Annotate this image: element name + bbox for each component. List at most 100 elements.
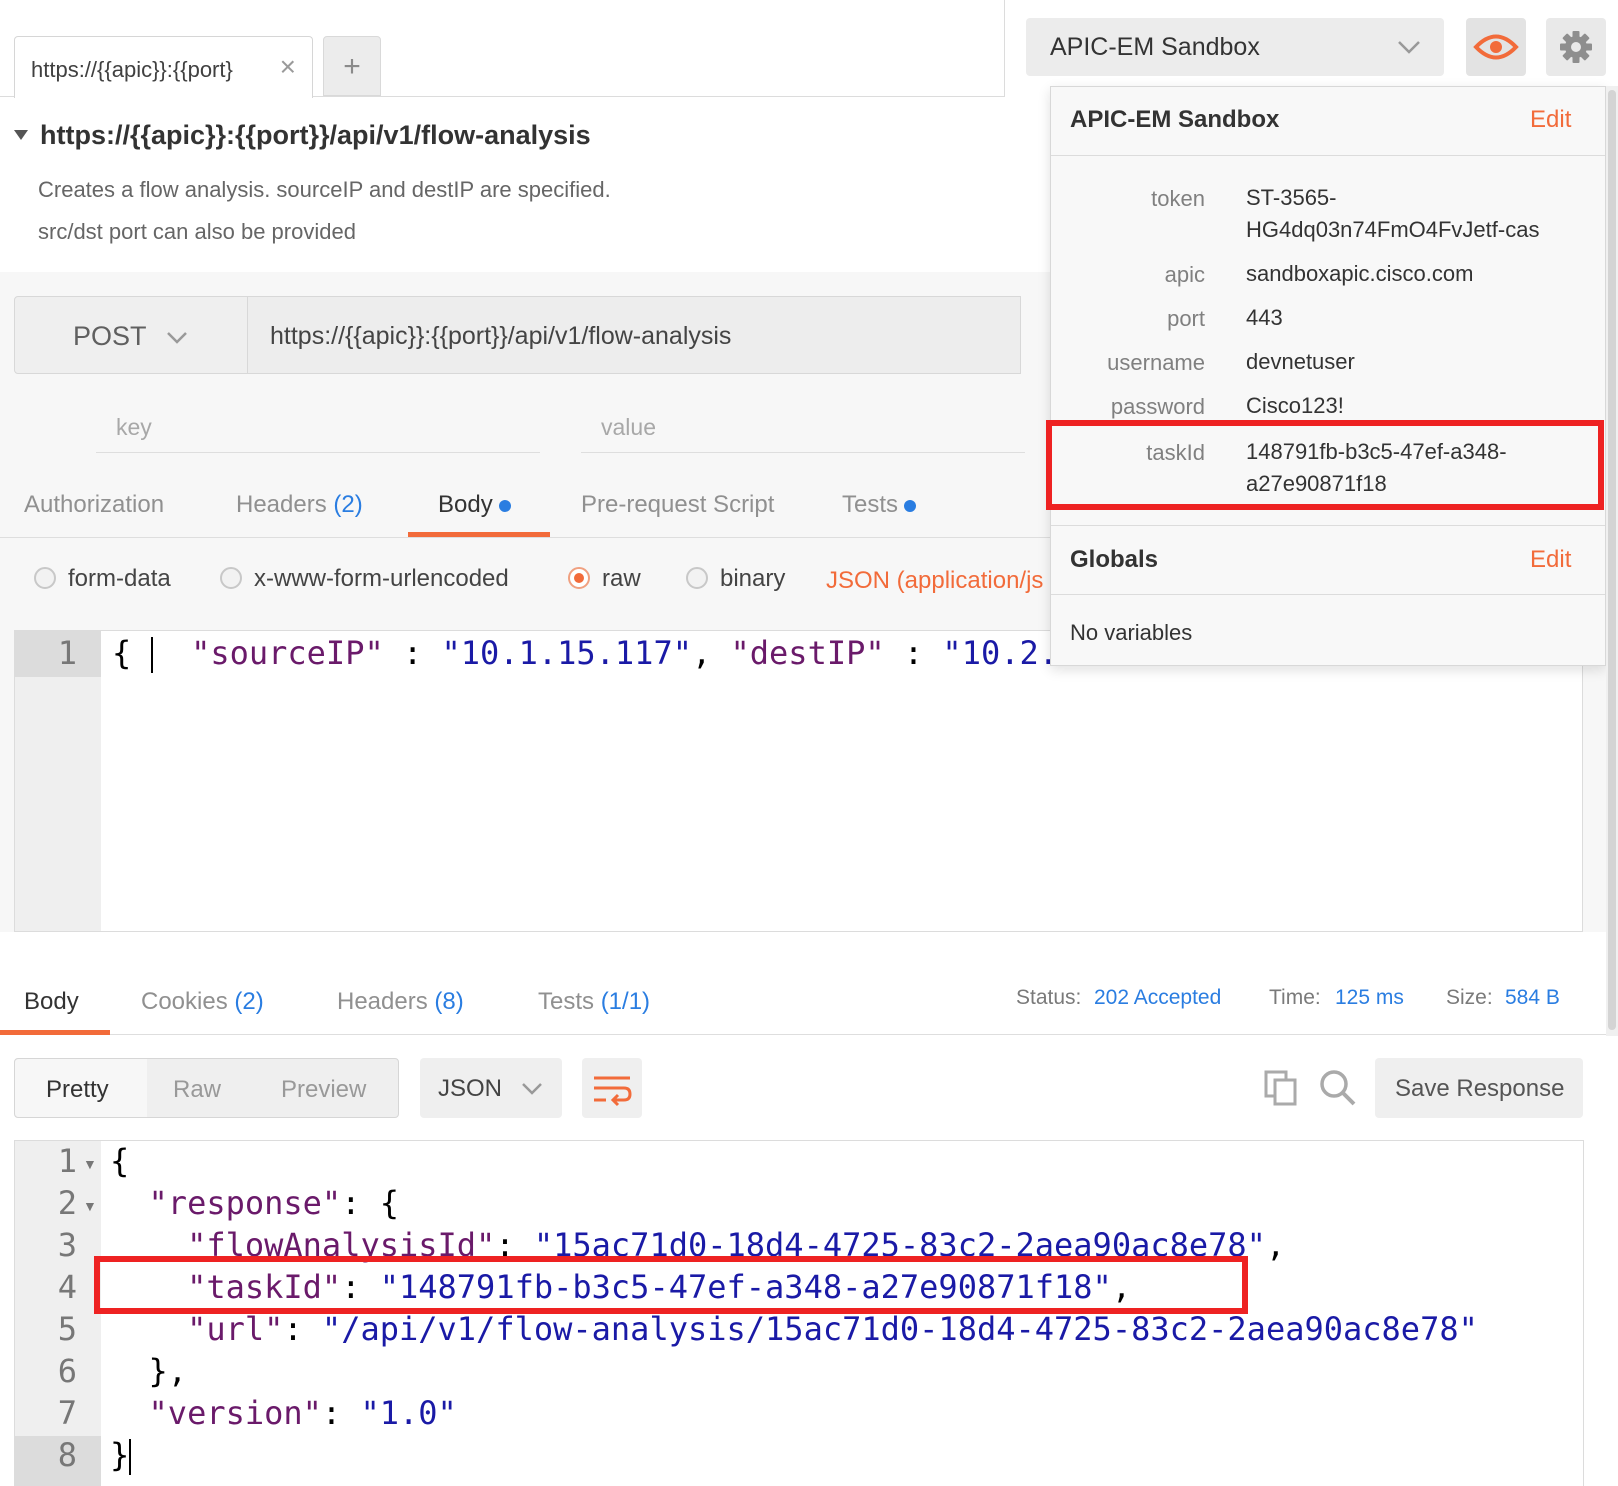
environment-quick-look-button[interactable]: [1466, 18, 1526, 76]
response-active-tab-underline: [0, 1030, 110, 1035]
popup-divider: [1051, 155, 1605, 156]
response-line-5: "url": "/api/v1/flow-analysis/15ac71d0-1…: [110, 1310, 1478, 1348]
view-raw-button[interactable]: Raw: [173, 1076, 221, 1104]
response-tab-headers[interactable]: Headers (8): [337, 988, 464, 1016]
code-key: "url": [110, 1310, 284, 1348]
status-value: 202 Accepted: [1094, 986, 1222, 1009]
collapse-caret-icon[interactable]: [14, 130, 28, 140]
code-punct: :: [321, 1394, 361, 1432]
tab-bar-vertical-divider: [1004, 0, 1005, 97]
code-brace: {: [110, 1142, 130, 1180]
code-string: "10.1.15.117": [441, 634, 692, 672]
response-tab-tests[interactable]: Tests (1/1): [538, 988, 650, 1016]
radio-urlencoded-label: x-www-form-urlencoded: [254, 565, 509, 592]
radio-urlencoded[interactable]: [220, 567, 242, 589]
code-string: "/api/v1/flow-analysis/15ac71d0-18d4-472…: [321, 1310, 1478, 1348]
size-value: 584 B: [1505, 986, 1560, 1009]
request-body-editor[interactable]: [14, 630, 1583, 932]
popup-environment-title: APIC-EM Sandbox: [1070, 106, 1280, 133]
tab-tests-label: Tests: [842, 491, 899, 518]
radio-binary[interactable]: [686, 567, 708, 589]
tab-headers-count: (2): [333, 491, 363, 518]
environment-select-value: APIC-EM Sandbox: [1050, 33, 1260, 61]
code-sep: :: [884, 634, 943, 672]
tab-body-label: Body: [438, 491, 493, 518]
add-tab-button[interactable]: +: [323, 36, 381, 96]
env-var-value: Cisco123!: [1246, 393, 1344, 418]
status-label: Status:: [1016, 986, 1082, 1009]
radio-form-data-label: form-data: [68, 565, 171, 592]
popup-divider: [1051, 594, 1605, 595]
view-pretty-button[interactable]: Pretty: [46, 1076, 109, 1104]
copy-icon[interactable]: [1262, 1068, 1300, 1108]
code-punct: ,: [1265, 1226, 1286, 1264]
line-number: 1: [57, 1142, 77, 1180]
param-value-input[interactable]: value: [601, 414, 656, 441]
save-response-button[interactable]: Save Response: [1375, 1058, 1583, 1118]
chevron-down-icon: [167, 332, 187, 344]
response-tabs-divider: [0, 1034, 1618, 1035]
code-brace: {: [112, 634, 151, 672]
response-tab-cookies[interactable]: Cookies (2): [141, 988, 264, 1016]
request-body-code[interactable]: { "sourceIP" : "10.1.15.117", "destIP" :…: [112, 634, 1058, 673]
close-icon[interactable]: ×: [280, 51, 296, 83]
size-label: Size:: [1446, 986, 1493, 1009]
code-brace: }: [110, 1436, 130, 1474]
search-icon[interactable]: [1318, 1068, 1358, 1108]
method-select[interactable]: POST: [14, 296, 248, 374]
gear-icon: [1560, 31, 1592, 63]
active-tab-underline: [408, 532, 550, 537]
response-line-7: "version": "1.0": [110, 1394, 457, 1432]
tab-tests[interactable]: Tests: [842, 491, 917, 519]
response-line-2: "response": {: [110, 1184, 399, 1222]
env-var-key: port: [1167, 306, 1205, 331]
request-tabs-divider: [0, 537, 1050, 538]
tab-headers[interactable]: Headers (2): [236, 491, 363, 519]
body-indicator-dot: [498, 499, 511, 512]
env-var-value: devnetuser: [1246, 349, 1355, 374]
environment-select[interactable]: APIC-EM Sandbox: [1026, 18, 1444, 76]
response-tab-tests-label: Tests: [538, 988, 595, 1015]
url-input[interactable]: https://{{apic}}:{{port}}/api/v1/flow-an…: [247, 296, 1021, 374]
param-key-underline: [96, 452, 540, 453]
request-tab-label: https://{{apic}}:{{port}: [31, 57, 233, 82]
tab-prerequest-script[interactable]: Pre-request Script: [581, 491, 774, 519]
env-var-value: sandboxapic.cisco.com: [1246, 261, 1474, 286]
eye-icon: [1473, 34, 1519, 60]
tests-indicator-dot: [904, 499, 917, 512]
tab-authorization[interactable]: Authorization: [24, 491, 164, 519]
fold-arrow-icon[interactable]: ▼: [83, 1156, 97, 1172]
text-cursor: [150, 637, 153, 673]
radio-raw[interactable]: [568, 567, 590, 589]
request-title: https://{{apic}}:{{port}}/api/v1/flow-an…: [40, 120, 591, 150]
line-number: 1: [57, 634, 77, 672]
response-line-6: },: [110, 1352, 188, 1390]
view-preview-button[interactable]: Preview: [281, 1076, 366, 1104]
scrollbar-thumb[interactable]: [1608, 90, 1616, 1030]
response-format-select[interactable]: JSON: [420, 1058, 562, 1118]
param-key-input[interactable]: key: [116, 414, 152, 441]
env-var-key: username: [1107, 350, 1205, 375]
content-type-select[interactable]: JSON (application/js: [826, 567, 1043, 595]
popup-environment-edit-link[interactable]: Edit: [1530, 106, 1571, 134]
chevron-down-icon: [1398, 41, 1420, 54]
response-line-1: {: [110, 1142, 129, 1180]
popup-globals-edit-link[interactable]: Edit: [1530, 546, 1571, 574]
settings-button[interactable]: [1546, 18, 1606, 76]
radio-raw-label: raw: [602, 565, 641, 592]
time-value: 125 ms: [1335, 986, 1404, 1009]
tab-body[interactable]: Body: [438, 491, 511, 519]
fold-arrow-icon[interactable]: ▼: [83, 1198, 97, 1214]
popup-globals-empty: No variables: [1070, 620, 1193, 645]
radio-form-data[interactable]: [34, 567, 56, 589]
popup-divider: [1051, 525, 1605, 526]
code-string: "1.0": [360, 1394, 457, 1432]
url-input-value: https://{{apic}}:{{port}}/api/v1/flow-an…: [270, 322, 732, 350]
request-tab[interactable]: https://{{apic}}:{{port} ×: [14, 36, 313, 98]
response-tab-body[interactable]: Body: [24, 988, 79, 1016]
line-number: 4: [57, 1268, 77, 1306]
line-number: 2: [57, 1184, 77, 1222]
response-line-8: }: [110, 1436, 132, 1475]
wrap-lines-button[interactable]: [582, 1058, 642, 1118]
tab-headers-label: Headers: [236, 491, 327, 518]
